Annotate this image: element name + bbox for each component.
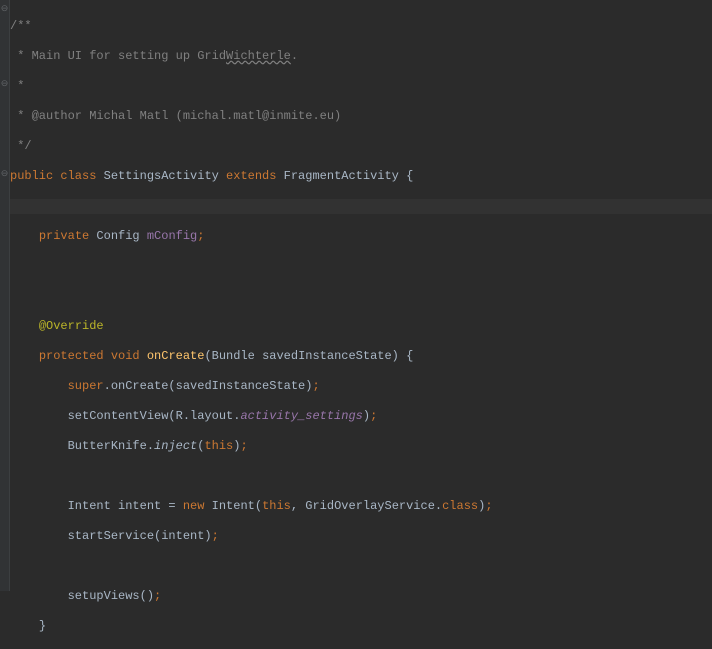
paren: ): [363, 409, 370, 423]
call: setupViews(): [68, 589, 154, 603]
typo-word: Wichterle: [226, 49, 291, 63]
keyword: new: [183, 499, 212, 513]
static-method: inject: [154, 439, 197, 453]
semicolon: ;: [197, 229, 204, 243]
comment: *: [10, 79, 24, 93]
class-name: SettingsActivity: [104, 169, 226, 183]
resource-ref: activity_settings: [240, 409, 362, 423]
fold-icon[interactable]: ⊖: [0, 4, 9, 19]
comment: .: [291, 49, 298, 63]
semicolon: ;: [212, 529, 219, 543]
semicolon: ;: [154, 589, 161, 603]
code: GridOverlayService.: [305, 499, 442, 513]
semicolon: ;: [240, 439, 247, 453]
keyword: class: [442, 499, 478, 513]
keyword: extends: [226, 169, 284, 183]
params: (Bundle savedInstanceState) {: [204, 349, 413, 363]
type: Config: [96, 229, 146, 243]
class-name: FragmentActivity {: [284, 169, 414, 183]
call: .onCreate(savedInstanceState): [104, 379, 313, 393]
call: startService(intent): [68, 529, 212, 543]
keyword: protected void: [39, 349, 147, 363]
semicolon: ;: [370, 409, 377, 423]
comment: */: [10, 139, 32, 153]
field: mConfig: [147, 229, 197, 243]
gutter: ⊖ ⊖ ⊖: [0, 0, 10, 591]
code: ,: [291, 499, 305, 513]
keyword: private: [39, 229, 97, 243]
code: Intent intent =: [68, 499, 183, 513]
annotation: @Override: [39, 319, 104, 333]
brace: }: [39, 619, 46, 633]
code: Intent(: [212, 499, 262, 513]
fold-icon[interactable]: ⊖: [0, 79, 9, 94]
semicolon: ;: [485, 499, 492, 513]
keyword: public class: [10, 169, 104, 183]
comment: /**: [10, 19, 32, 33]
keyword: this: [262, 499, 291, 513]
fold-icon[interactable]: ⊖: [0, 169, 9, 184]
semicolon: ;: [312, 379, 319, 393]
code-editor[interactable]: /** * Main UI for setting up GridWichter…: [10, 0, 712, 649]
method-name: onCreate: [147, 349, 205, 363]
comment: * Main UI for setting up Grid: [10, 49, 226, 63]
call: setContentView(R.layout.: [68, 409, 241, 423]
call: ButterKnife.: [68, 439, 154, 453]
keyword: super: [68, 379, 104, 393]
keyword: this: [204, 439, 233, 453]
comment: * @author Michal Matl (michal.matl@inmit…: [10, 109, 341, 123]
